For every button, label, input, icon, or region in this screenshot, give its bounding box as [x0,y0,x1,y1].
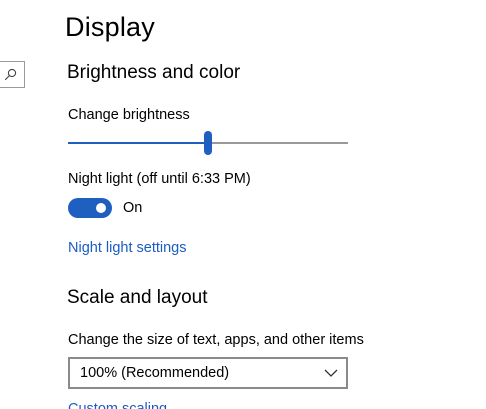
settings-display-page: Display Brightness and color Change brig… [0,0,486,409]
night-light-label: Night light (off until 6:33 PM) [68,171,251,187]
search-button[interactable] [0,61,25,88]
page-title: Display [65,12,155,42]
night-light-settings-link[interactable]: Night light settings [68,240,186,256]
brightness-section-title: Brightness and color [67,62,241,83]
slider-thumb[interactable] [204,131,212,155]
scale-section-title: Scale and layout [67,287,208,308]
slider-fill [68,142,208,144]
custom-scaling-link[interactable]: Custom scaling [68,401,167,409]
scale-dropdown-value: 100% (Recommended) [80,365,230,381]
toggle-knob [96,203,106,213]
brightness-slider[interactable] [68,131,348,155]
night-light-toggle-state: On [123,200,143,216]
night-light-toggle[interactable] [68,198,112,218]
brightness-label: Change brightness [68,107,190,123]
size-label: Change the size of text, apps, and other… [68,332,364,348]
scale-dropdown[interactable]: 100% (Recommended) [68,357,348,389]
